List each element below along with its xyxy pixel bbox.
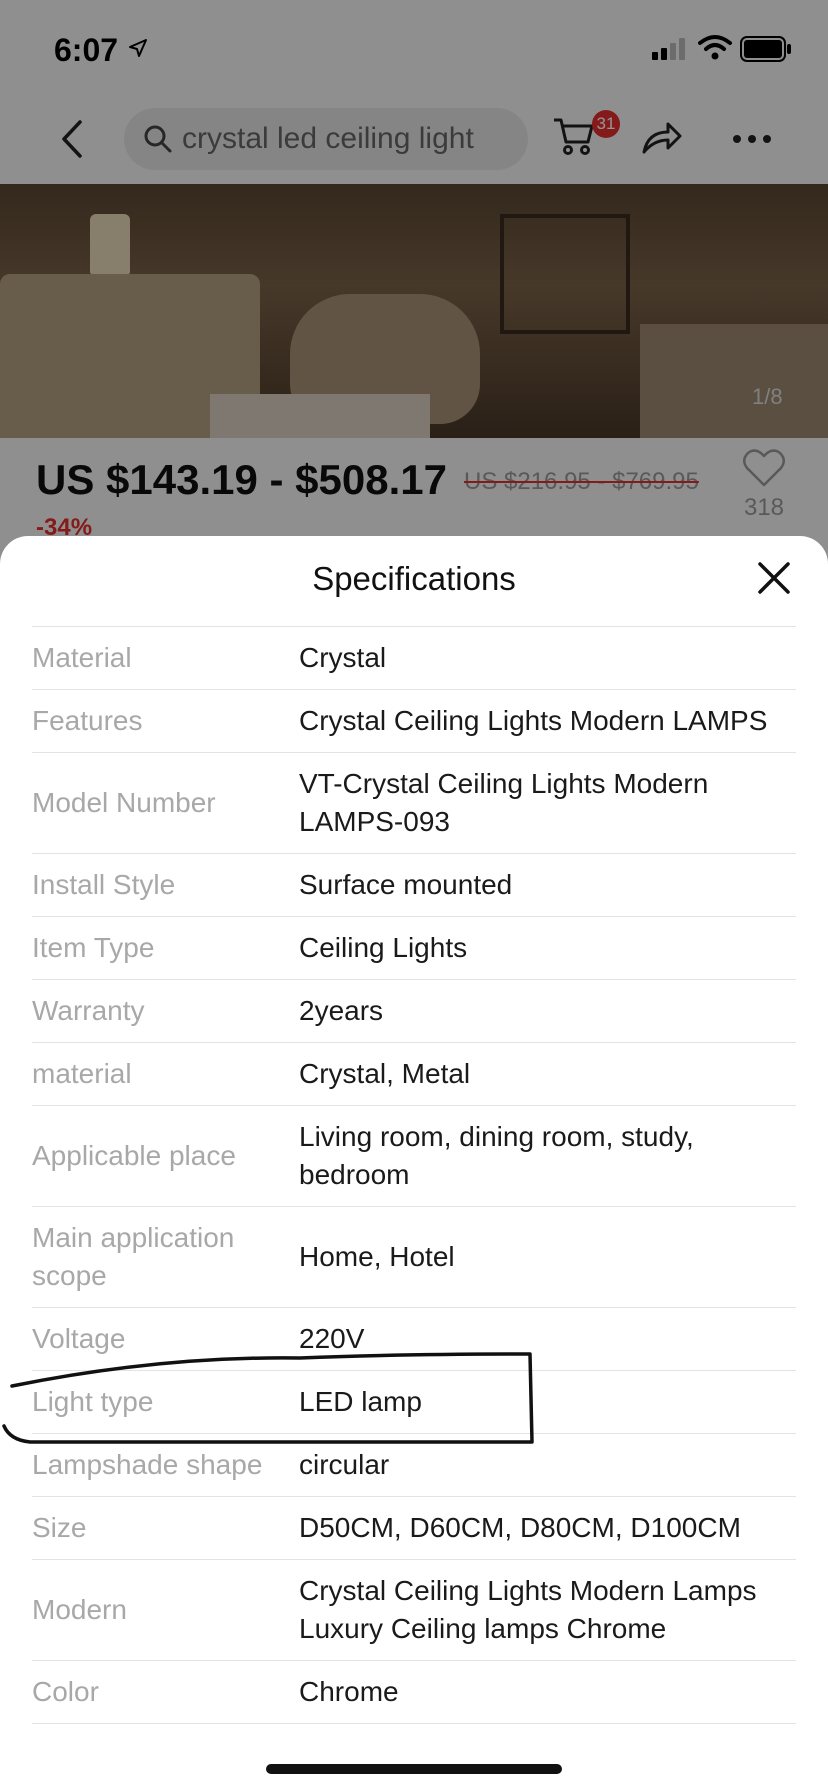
spec-value: VT-Crystal Ceiling Lights Modern LAMPS-0… <box>299 768 709 837</box>
spec-label: Item Type <box>32 932 155 963</box>
spec-row-applicable-place: Applicable place Living room, dining roo… <box>32 1106 796 1207</box>
spec-value: Ceiling Lights <box>299 932 468 963</box>
spec-label: material <box>32 1058 132 1089</box>
spec-value: Crystal <box>299 642 387 673</box>
spec-value: Living room, dining room, study, bedroom <box>299 1121 694 1190</box>
spec-value: Chrome <box>299 1676 399 1707</box>
specifications-sheet: Specifications Material Crystal Features… <box>0 536 828 1792</box>
spec-value: circular <box>299 1449 390 1480</box>
spec-label: Lampshade shape <box>32 1449 263 1480</box>
spec-label: Warranty <box>32 995 145 1026</box>
spec-label: Applicable place <box>32 1140 236 1171</box>
spec-value: Crystal Ceiling Lights Modern LAMPS <box>299 705 768 736</box>
spec-row-material: Material Crystal <box>32 627 796 690</box>
home-indicator[interactable] <box>266 1764 562 1774</box>
spec-row-size: Size D50CM, D60CM, D80CM, D100CM <box>32 1497 796 1560</box>
spec-value: Crystal, Metal <box>299 1058 471 1089</box>
spec-label: Color <box>32 1676 99 1707</box>
spec-row-item-type: Item Type Ceiling Lights <box>32 917 796 980</box>
spec-label: Material <box>32 642 132 673</box>
spec-row-material-2: material Crystal, Metal <box>32 1043 796 1106</box>
spec-label: Voltage <box>32 1323 126 1354</box>
spec-label: Size <box>32 1512 87 1543</box>
spec-value: LED lamp <box>299 1386 422 1417</box>
spec-value: Home, Hotel <box>299 1241 455 1272</box>
spec-row-application-scope: Main application scope Home, Hotel <box>32 1207 796 1308</box>
spec-value: D50CM, D60CM, D80CM, D100CM <box>299 1512 741 1543</box>
spec-label: Modern <box>32 1594 127 1625</box>
spec-row-voltage: Voltage 220V <box>32 1308 796 1371</box>
spec-row-warranty: Warranty 2years <box>32 980 796 1043</box>
spec-value: 2years <box>299 995 384 1026</box>
spec-label: Light type <box>32 1386 154 1417</box>
spec-label: Features <box>32 705 143 736</box>
spec-list: Material Crystal Features Crystal Ceilin… <box>32 626 796 1724</box>
spec-value: 220V <box>299 1323 365 1354</box>
spec-value: Surface mounted <box>299 869 513 900</box>
spec-value: Crystal Ceiling Lights Modern Lamps Luxu… <box>299 1575 757 1644</box>
spec-row-color: Color Chrome <box>32 1661 796 1724</box>
spec-label: Install Style <box>32 869 176 900</box>
spec-row-modern: Modern Crystal Ceiling Lights Modern Lam… <box>32 1560 796 1661</box>
sheet-title: Specifications <box>312 560 516 597</box>
spec-row-light-type: Light type LED lamp <box>32 1371 796 1434</box>
spec-row-install-style: Install Style Surface mounted <box>32 854 796 917</box>
spec-row-model-number: Model Number VT-Crystal Ceiling Lights M… <box>32 753 796 854</box>
modal-backdrop[interactable] <box>0 0 828 560</box>
spec-label: Main application scope <box>32 1222 235 1291</box>
spec-row-features: Features Crystal Ceiling Lights Modern L… <box>32 690 796 753</box>
close-icon[interactable] <box>756 560 792 596</box>
spec-label: Model Number <box>32 787 216 818</box>
spec-row-lampshade-shape: Lampshade shape circular <box>32 1434 796 1497</box>
